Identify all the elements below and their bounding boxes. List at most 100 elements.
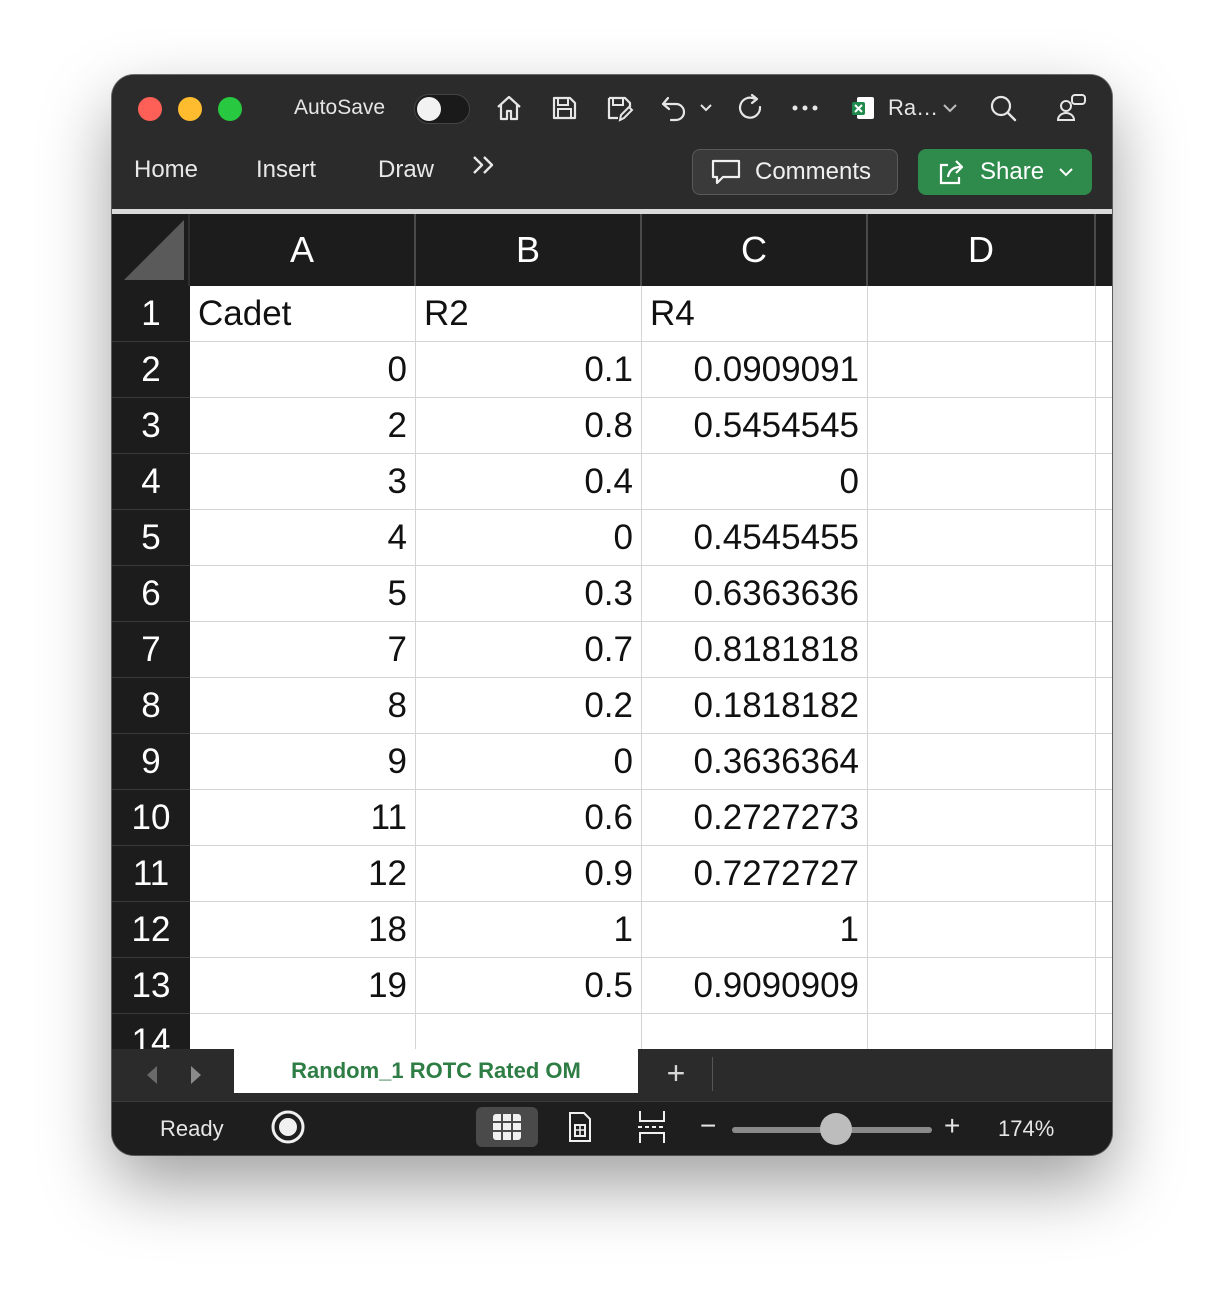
macro-record-icon[interactable] [268,1107,308,1147]
cell-a11[interactable]: 12 [190,846,416,902]
zoom-slider-knob[interactable] [820,1113,852,1145]
cell-d14[interactable] [868,1014,1096,1049]
normal-view-button[interactable] [476,1107,538,1147]
cell-c12[interactable]: 1 [642,902,868,958]
cell-a4[interactable]: 3 [190,454,416,510]
cell-d5[interactable] [868,510,1096,566]
cell-a12[interactable]: 18 [190,902,416,958]
cell-e14[interactable] [1096,1014,1112,1049]
cell-e6[interactable] [1096,566,1112,622]
cell-b10[interactable]: 0.6 [416,790,642,846]
zoom-in-button[interactable]: + [944,1112,960,1140]
cell-e1[interactable] [1096,286,1112,342]
cell-b7[interactable]: 0.7 [416,622,642,678]
autosave-toggle[interactable] [414,94,470,124]
cell-d12[interactable] [868,902,1096,958]
home-icon[interactable] [492,91,526,125]
zoom-level[interactable]: 174% [998,1116,1054,1142]
row-header[interactable]: 12 [112,902,190,958]
cell-c10[interactable]: 0.2727273 [642,790,868,846]
page-break-view-icon[interactable] [632,1107,672,1147]
save-as-icon[interactable] [602,91,636,125]
cell-c11[interactable]: 0.7272727 [642,846,868,902]
cell-c1[interactable]: R4 [642,286,868,342]
cell-b14[interactable] [416,1014,642,1049]
cell-a8[interactable]: 8 [190,678,416,734]
search-icon[interactable] [986,91,1020,125]
redo-icon[interactable] [734,91,768,125]
cell-d3[interactable] [868,398,1096,454]
more-options-icon[interactable] [788,91,822,125]
cell-c6[interactable]: 0.6363636 [642,566,868,622]
row-header[interactable]: 10 [112,790,190,846]
cell-c14[interactable] [642,1014,868,1049]
cell-c4[interactable]: 0 [642,454,868,510]
cell-e10[interactable] [1096,790,1112,846]
column-header-b[interactable]: B [416,214,642,286]
cell-d8[interactable] [868,678,1096,734]
cell-c5[interactable]: 0.4545455 [642,510,868,566]
share-button[interactable]: Share [918,149,1092,195]
cell-d1[interactable] [868,286,1096,342]
close-window-button[interactable] [138,97,162,121]
cell-a13[interactable]: 19 [190,958,416,1014]
comments-button[interactable]: Comments [692,149,898,195]
next-sheet-arrow-icon[interactable] [186,1063,206,1087]
document-name[interactable]: Ra… [888,95,938,121]
row-header[interactable]: 13 [112,958,190,1014]
cell-b3[interactable]: 0.8 [416,398,642,454]
cell-e7[interactable] [1096,622,1112,678]
cell-e2[interactable] [1096,342,1112,398]
cell-c3[interactable]: 0.5454545 [642,398,868,454]
column-header-a[interactable]: A [190,214,416,286]
share-user-icon[interactable] [1054,91,1088,125]
cell-b4[interactable]: 0.4 [416,454,642,510]
cell-a14[interactable] [190,1014,416,1049]
row-header[interactable]: 14 [112,1014,190,1049]
row-header[interactable]: 1 [112,286,190,342]
prev-sheet-arrow-icon[interactable] [142,1063,162,1087]
cell-e12[interactable] [1096,902,1112,958]
cell-a5[interactable]: 4 [190,510,416,566]
row-header[interactable]: 8 [112,678,190,734]
cell-b13[interactable]: 0.5 [416,958,642,1014]
cell-a3[interactable]: 2 [190,398,416,454]
page-layout-view-icon[interactable] [560,1107,600,1147]
cell-b2[interactable]: 0.1 [416,342,642,398]
tab-insert[interactable]: Insert [256,155,316,185]
row-header[interactable]: 5 [112,510,190,566]
row-header[interactable]: 3 [112,398,190,454]
row-header[interactable]: 11 [112,846,190,902]
cell-d9[interactable] [868,734,1096,790]
cell-e3[interactable] [1096,398,1112,454]
column-header-e[interactable] [1096,214,1112,286]
save-icon[interactable] [547,91,581,125]
cell-d4[interactable] [868,454,1096,510]
select-all-button[interactable] [112,214,190,286]
add-sheet-button[interactable]: + [660,1055,692,1091]
cell-b12[interactable]: 1 [416,902,642,958]
row-header[interactable]: 7 [112,622,190,678]
cell-e11[interactable] [1096,846,1112,902]
cell-e5[interactable] [1096,510,1112,566]
cell-e13[interactable] [1096,958,1112,1014]
cell-c9[interactable]: 0.3636364 [642,734,868,790]
cell-c13[interactable]: 0.9090909 [642,958,868,1014]
zoom-out-button[interactable]: − [700,1112,716,1140]
tab-home[interactable]: Home [134,155,198,185]
undo-icon[interactable] [657,91,691,125]
row-header[interactable]: 6 [112,566,190,622]
cell-b11[interactable]: 0.9 [416,846,642,902]
cell-b5[interactable]: 0 [416,510,642,566]
row-header[interactable]: 4 [112,454,190,510]
cell-b6[interactable]: 0.3 [416,566,642,622]
cell-a7[interactable]: 7 [190,622,416,678]
cell-a2[interactable]: 0 [190,342,416,398]
cell-b8[interactable]: 0.2 [416,678,642,734]
cell-e9[interactable] [1096,734,1112,790]
column-header-d[interactable]: D [868,214,1096,286]
cell-a10[interactable]: 11 [190,790,416,846]
undo-dropdown-icon[interactable] [696,91,716,125]
minimize-window-button[interactable] [178,97,202,121]
cell-c7[interactable]: 0.8181818 [642,622,868,678]
